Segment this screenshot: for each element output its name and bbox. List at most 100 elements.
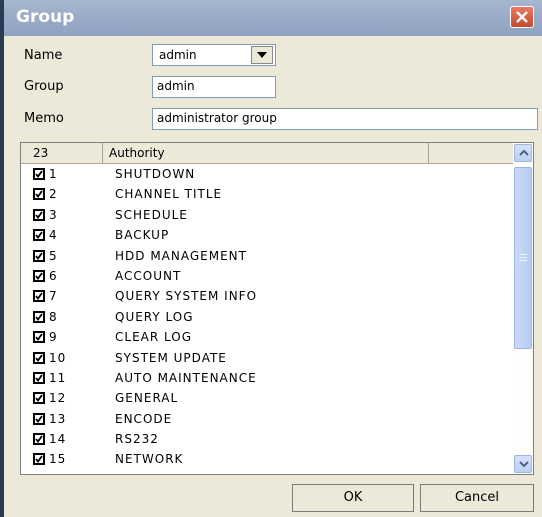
checkmark-icon xyxy=(35,333,43,342)
permission-number: 14 xyxy=(49,432,67,447)
header-authority[interactable]: Authority xyxy=(103,143,429,163)
permission-checkbox[interactable] xyxy=(33,331,45,344)
permission-name: RS232 xyxy=(115,432,159,447)
permission-checkbox[interactable] xyxy=(33,168,45,180)
checkmark-icon xyxy=(35,252,43,260)
authority-list[interactable]: 23 Authority 1 SHUTDOWN 2 CHANNEL TITLE 3 SCH… xyxy=(20,142,534,475)
permission-checkbox[interactable] xyxy=(33,310,45,323)
scroll-down-button[interactable] xyxy=(514,455,532,473)
name-select[interactable]: admin xyxy=(152,44,276,66)
chevron-up-icon xyxy=(519,150,529,156)
permission-name: BACKUP xyxy=(115,228,170,243)
list-item[interactable]: 14 RS232 xyxy=(21,429,513,449)
window-title: Group xyxy=(16,7,75,27)
checkmark-icon xyxy=(35,455,43,464)
header-extra[interactable] xyxy=(429,143,513,163)
checkmark-icon xyxy=(35,394,43,403)
permission-name: ACCOUNT xyxy=(115,268,182,283)
permission-number: 11 xyxy=(49,370,67,385)
permission-checkbox[interactable] xyxy=(33,208,45,221)
list-header: 23 Authority xyxy=(21,143,513,164)
permission-number: 13 xyxy=(49,411,67,426)
permission-number: 9 xyxy=(49,330,58,345)
scroll-up-button[interactable] xyxy=(514,144,532,162)
permission-name: GENERAL xyxy=(115,391,179,406)
list-item[interactable]: 6 ACCOUNT xyxy=(21,266,513,286)
permission-number: 10 xyxy=(49,350,67,365)
name-select-value: admin xyxy=(159,48,197,62)
permission-name: ENCODE xyxy=(115,411,173,426)
permission-name: CLEAR LOG xyxy=(115,330,193,345)
permission-name: SCHEDULE xyxy=(115,207,188,222)
permission-number: 3 xyxy=(49,207,58,222)
list-item[interactable]: 9 CLEAR LOG xyxy=(21,327,513,347)
list-item[interactable]: 2 CHANNEL TITLE xyxy=(21,184,513,204)
ok-button[interactable]: OK xyxy=(292,484,414,512)
permission-number: 5 xyxy=(49,248,58,263)
permission-name: CHANNEL TITLE xyxy=(115,187,223,202)
permission-checkbox[interactable] xyxy=(33,433,45,446)
permission-number: 1 xyxy=(49,167,58,181)
permission-checkbox[interactable] xyxy=(33,453,45,466)
title-bar[interactable]: Group xyxy=(4,0,542,36)
permission-name: HDD MANAGEMENT xyxy=(115,248,247,263)
permission-number: 8 xyxy=(49,309,58,324)
checkmark-icon xyxy=(35,374,43,382)
permission-name: NETWORK xyxy=(115,452,184,467)
permission-checkbox[interactable] xyxy=(33,188,45,201)
permission-number: 6 xyxy=(49,268,58,283)
permission-checkbox[interactable] xyxy=(33,412,45,425)
list-item[interactable]: 12 GENERAL xyxy=(21,388,513,408)
permission-checkbox[interactable] xyxy=(33,351,45,364)
group-field[interactable]: admin xyxy=(152,76,276,98)
checkmark-icon xyxy=(35,313,43,321)
list-item[interactable]: 10 SYSTEM UPDATE xyxy=(21,348,513,368)
memo-label: Memo xyxy=(24,111,64,126)
permission-checkbox[interactable] xyxy=(33,371,45,384)
permission-number: 7 xyxy=(49,289,58,304)
list-scrollbar[interactable] xyxy=(513,143,533,474)
checkmark-icon xyxy=(35,435,43,444)
memo-field[interactable]: administrator group xyxy=(152,108,538,130)
group-dialog: Group Name admin Group admin Memo admini… xyxy=(0,0,542,517)
list-item[interactable]: 8 QUERY LOG xyxy=(21,307,513,327)
checkmark-icon xyxy=(35,190,43,199)
permission-name: QUERY SYSTEM INFO xyxy=(115,289,258,304)
list-item[interactable]: 15 NETWORK xyxy=(21,449,513,469)
name-label: Name xyxy=(24,48,63,63)
group-label: Group xyxy=(24,79,64,94)
permission-number: 12 xyxy=(49,391,67,406)
list-item[interactable]: 5 HDD MANAGEMENT xyxy=(21,246,513,266)
permission-checkbox[interactable] xyxy=(33,229,45,242)
list-item[interactable]: 11 AUTO MAINTENANCE xyxy=(21,368,513,388)
name-select-dropdown-button[interactable] xyxy=(251,46,273,64)
scroll-thumb[interactable] xyxy=(514,167,532,349)
list-item[interactable]: 13 ENCODE xyxy=(21,409,513,429)
permission-name: AUTO MAINTENANCE xyxy=(115,370,257,385)
chevron-down-icon xyxy=(519,461,529,467)
checkmark-icon xyxy=(35,292,43,301)
header-count[interactable]: 23 xyxy=(21,143,103,163)
cancel-button[interactable]: Cancel xyxy=(420,484,534,512)
permission-checkbox[interactable] xyxy=(33,392,45,405)
checkmark-icon xyxy=(35,231,43,240)
permission-checkbox[interactable] xyxy=(33,290,45,303)
checkmark-icon xyxy=(35,211,43,219)
checkmark-icon xyxy=(35,415,43,423)
window-edge xyxy=(0,0,4,517)
permission-checkbox[interactable] xyxy=(33,249,45,262)
permission-number: 15 xyxy=(49,452,67,467)
checkmark-icon xyxy=(35,170,43,178)
list-item[interactable]: 1 SHUTDOWN xyxy=(21,164,513,184)
list-item[interactable]: 4 BACKUP xyxy=(21,225,513,245)
list-item[interactable]: 7 QUERY SYSTEM INFO xyxy=(21,286,513,306)
permission-name: SHUTDOWN xyxy=(115,167,196,181)
permission-number: 2 xyxy=(49,187,58,202)
permission-name: SYSTEM UPDATE xyxy=(115,350,227,365)
list-rows: 1 SHUTDOWN 2 CHANNEL TITLE 3 SCHEDULE 4 BACKUP 5… xyxy=(21,164,513,470)
close-button[interactable] xyxy=(510,6,534,28)
list-item[interactable]: 3 SCHEDULE xyxy=(21,205,513,225)
permission-number: 4 xyxy=(49,228,58,243)
checkmark-icon xyxy=(35,353,43,362)
permission-checkbox[interactable] xyxy=(33,269,45,282)
